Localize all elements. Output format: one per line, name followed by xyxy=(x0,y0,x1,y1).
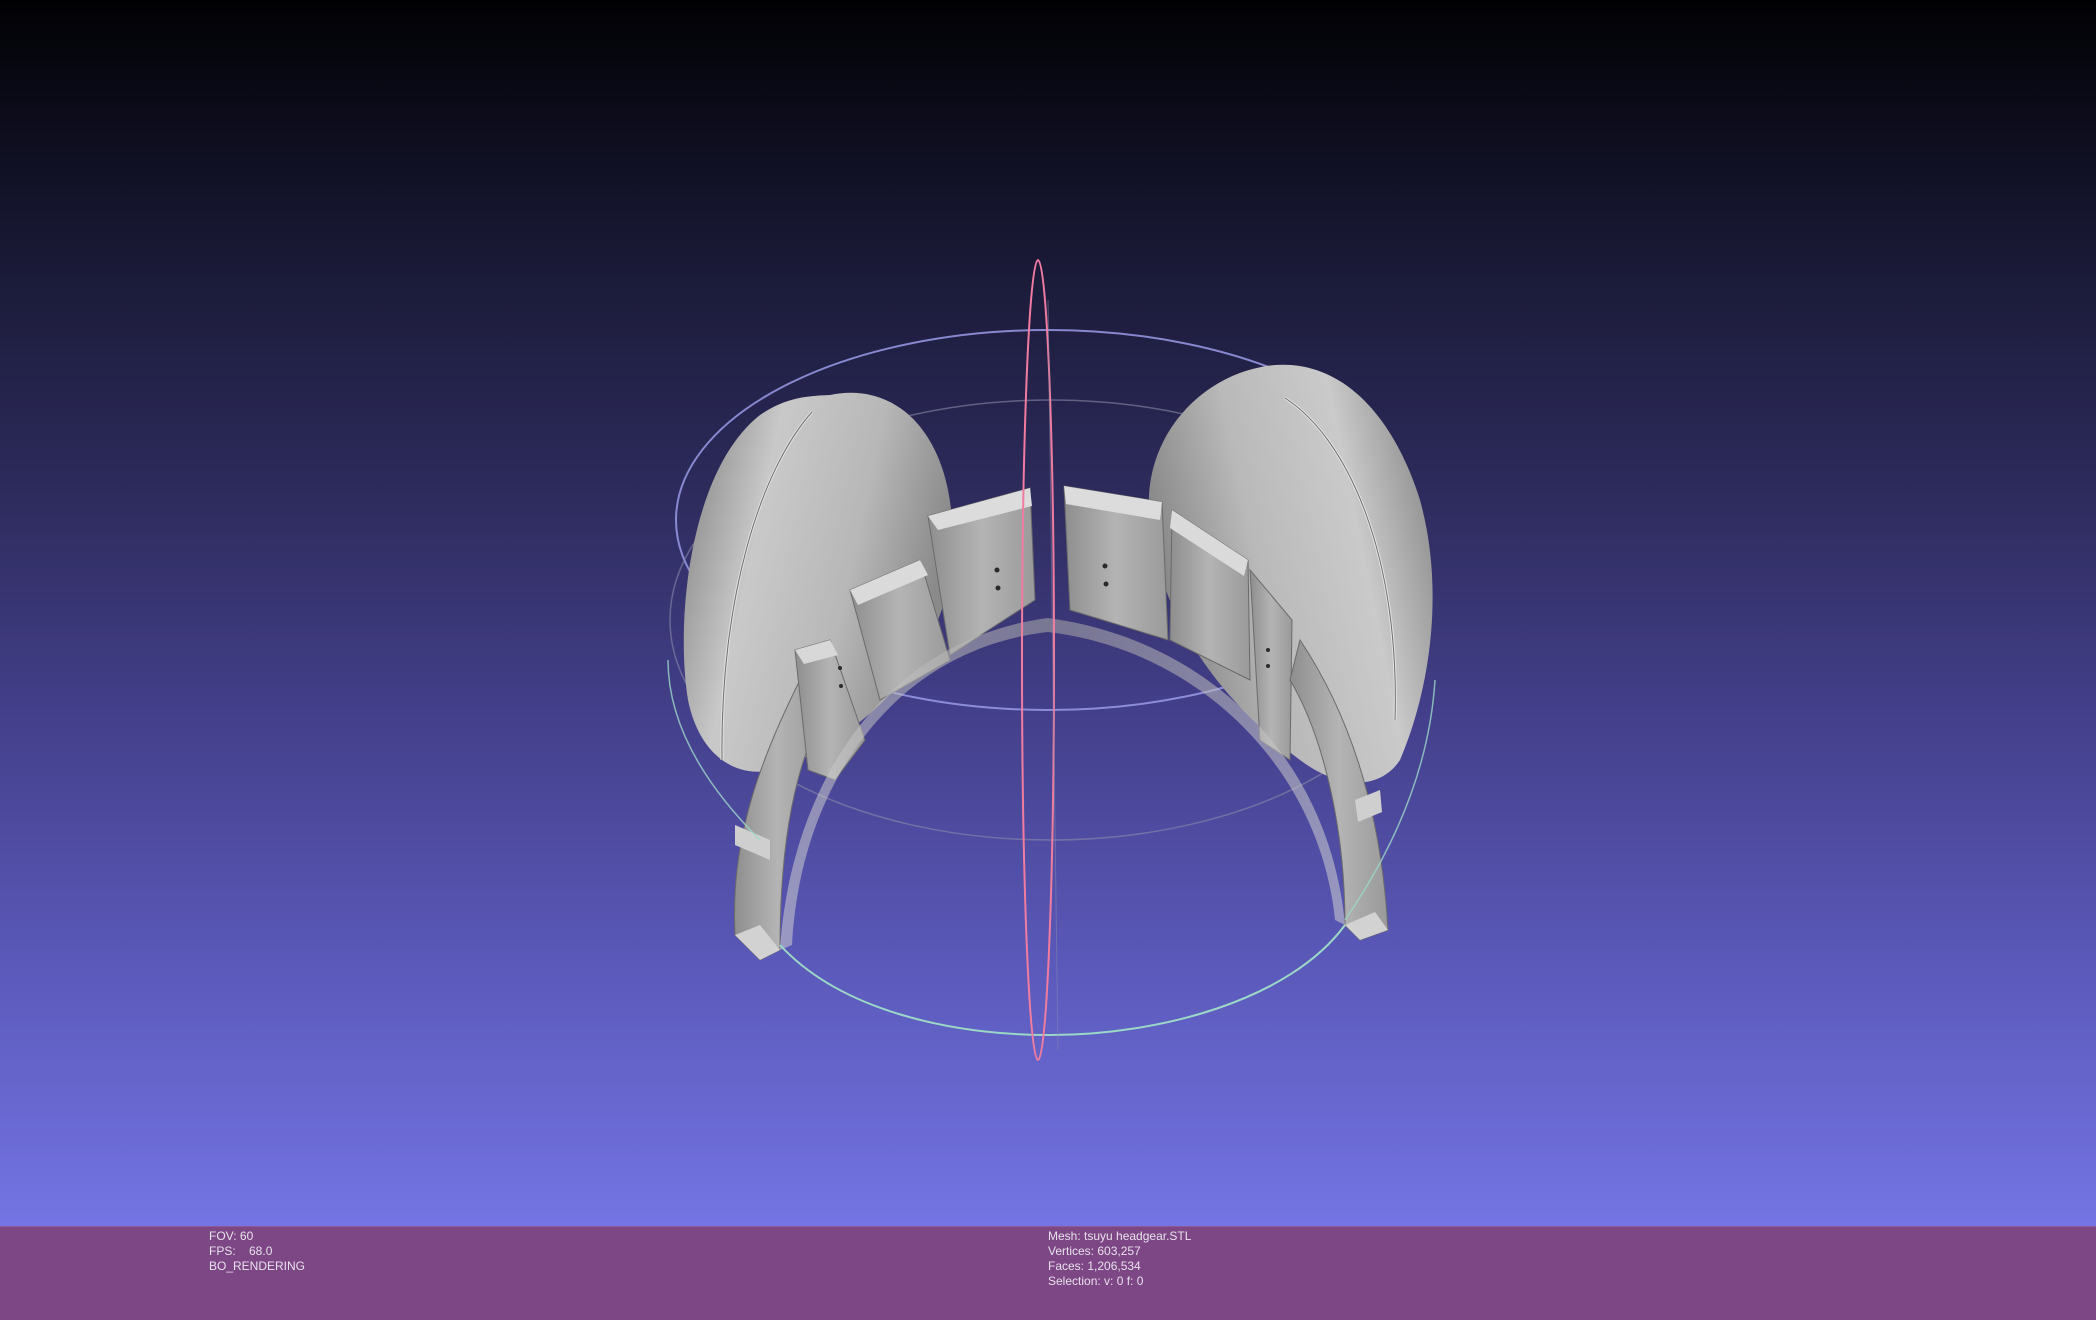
mesh-stats: Mesh: tsuyu headgear.STL Vertices: 603,2… xyxy=(1048,1229,1191,1289)
fps-label: FPS: 68.0 xyxy=(209,1244,273,1258)
mesh-name-label: Mesh: tsuyu headgear.STL xyxy=(1048,1229,1192,1243)
faces-label: Faces: 1,206,534 xyxy=(1048,1259,1141,1273)
render-stats: FOV: 60 FPS: 68.0 BO_RENDERING xyxy=(209,1229,305,1274)
meshlab-window: FOV: 60 FPS: 68.0 BO_RENDERING Mesh: tsu… xyxy=(0,0,2096,1320)
render-mode-label: BO_RENDERING xyxy=(209,1259,306,1273)
vertices-label: Vertices: 603,257 xyxy=(1048,1244,1141,1258)
green-ring-icon[interactable] xyxy=(779,924,1346,1037)
fov-label: FOV: 60 xyxy=(209,1229,254,1243)
mesh-render[interactable] xyxy=(0,0,2096,1226)
selection-label: Selection: v: 0 f: 0 xyxy=(1048,1274,1144,1288)
3d-viewport[interactable] xyxy=(0,0,2096,1226)
